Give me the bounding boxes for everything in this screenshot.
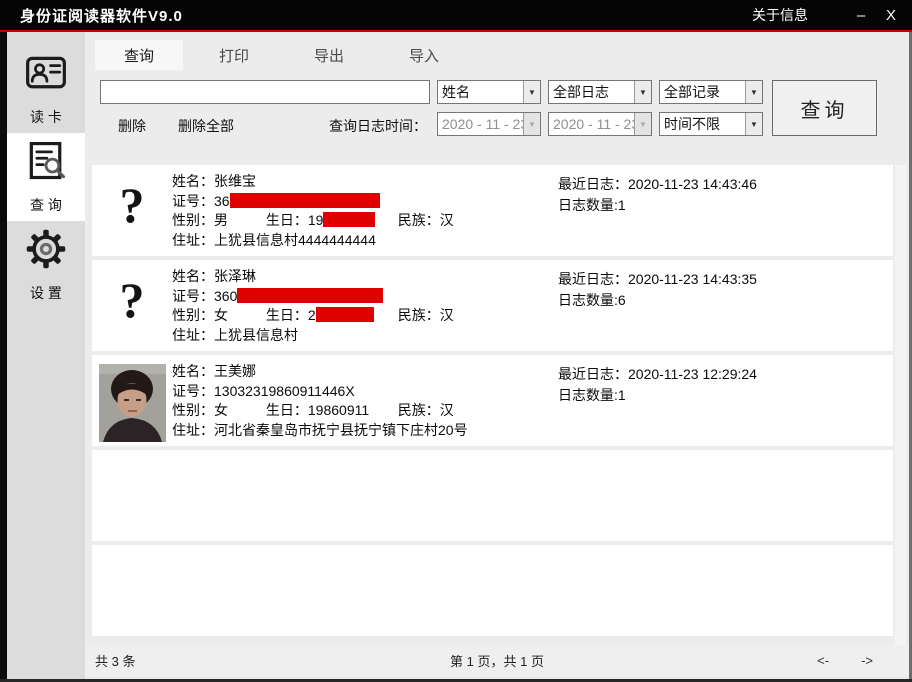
sidebar: 读 卡 查 询 — [7, 32, 85, 679]
record-logs: 最近日志：2020-11-23 12:29:24 日志数量:1 — [558, 355, 893, 446]
log-count: 1 — [618, 197, 626, 213]
record-id: 36 — [214, 193, 230, 209]
record-type-select[interactable]: 全部记录 ▼ — [659, 80, 763, 104]
last-log-time: 2020-11-23 14:43:46 — [628, 176, 757, 192]
chevron-down-icon: ▼ — [745, 81, 762, 103]
record-birth: 19 — [308, 212, 324, 228]
record-gender: 男 — [214, 212, 228, 228]
total-count: 共 3 条 — [95, 651, 135, 670]
about-menu[interactable]: 关于信息 — [752, 5, 808, 25]
scrollbar-track[interactable] — [895, 165, 906, 673]
last-log-time: 2020-11-23 12:29:24 — [628, 366, 757, 382]
toolbar: 姓名 ▼ 全部日志 ▼ 全部记录 ▼ 查询 删除 删除全部 查询日志时间： 20… — [85, 80, 909, 160]
last-log-time: 2020-11-23 14:43:35 — [628, 271, 757, 287]
log-count: 1 — [618, 387, 626, 403]
record-birth: 2 — [308, 307, 316, 323]
record-gender: 女 — [214, 307, 228, 323]
sidebar-item-label: 查 询 — [30, 195, 62, 215]
id-card-icon — [24, 51, 68, 100]
tab-print[interactable]: 打印 — [190, 40, 278, 70]
gear-icon — [24, 227, 68, 276]
redaction-block — [323, 212, 375, 227]
record-ethnic: 汉 — [440, 307, 454, 323]
redaction-block — [230, 193, 380, 208]
status-bar: 共 3 条 第 1 页，共 1 页 <- -> — [85, 645, 909, 676]
record-row[interactable]: ? 姓名：张泽琳 证号：360 性别：女 生日：2 民族：汉 住址：上犹县信息村… — [92, 260, 893, 351]
record-birth: 19860911 — [308, 402, 369, 418]
chevron-down-icon: ▼ — [745, 113, 762, 135]
record-row[interactable]: ? 姓名：张维宝 证号：36 性别：男 生日：19 民族：汉 住址：上犹县信息村… — [92, 165, 893, 256]
record-id: 13032319860911446X — [214, 383, 355, 399]
time-range-select[interactable]: 时间不限 ▼ — [659, 112, 763, 136]
redaction-block — [316, 307, 374, 322]
sidebar-item-settings[interactable]: 设 置 — [7, 221, 85, 309]
date-from-picker[interactable]: 2020 - 11 - 23 ▼ — [437, 112, 541, 136]
doc-search-icon — [24, 139, 68, 188]
record-list: ? 姓名：张维宝 证号：36 性别：男 生日：19 民族：汉 住址：上犹县信息村… — [92, 165, 893, 640]
delete-all-button[interactable]: 删除全部 — [178, 116, 234, 136]
record-row-empty — [92, 545, 893, 636]
record-address: 上犹县信息村 — [214, 327, 298, 343]
record-name: 张泽琳 — [214, 268, 256, 284]
id-photo — [92, 355, 172, 446]
record-details: 姓名：张泽琳 证号：360 性别：女 生日：2 民族：汉 住址：上犹县信息村 — [172, 260, 558, 351]
record-ethnic: 汉 — [440, 212, 454, 228]
date-to-picker[interactable]: 2020 - 11 - 23 ▼ — [548, 112, 652, 136]
page-indicator: 第 1 页，共 1 页 — [450, 651, 544, 670]
next-page-button[interactable]: -> — [861, 653, 873, 668]
record-details: 姓名：张维宝 证号：36 性别：男 生日：19 民族：汉 住址：上犹县信息村44… — [172, 165, 558, 256]
prev-page-button[interactable]: <- — [817, 653, 829, 668]
chevron-down-icon: ▼ — [634, 81, 651, 103]
record-id: 360 — [214, 288, 237, 304]
window-left-border — [0, 32, 7, 682]
field-select[interactable]: 姓名 ▼ — [437, 80, 541, 104]
record-name: 王美娜 — [214, 363, 256, 379]
log-count: 6 — [618, 292, 626, 308]
chevron-down-icon: ▼ — [523, 81, 540, 103]
record-row-empty — [92, 450, 893, 541]
sidebar-item-read-card[interactable]: 读 卡 — [7, 45, 85, 133]
record-gender: 女 — [214, 402, 228, 418]
app-title: 身份证阅读器软件V9.0 — [20, 5, 183, 26]
delete-button[interactable]: 删除 — [118, 116, 146, 136]
record-name: 张维宝 — [214, 173, 256, 189]
sidebar-item-label: 设 置 — [30, 283, 62, 303]
sidebar-item-label: 读 卡 — [30, 107, 62, 127]
chevron-down-icon: ▼ — [523, 113, 540, 135]
search-input[interactable] — [100, 80, 430, 104]
record-address: 上犹县信息村4444444444 — [214, 232, 376, 248]
main-area: 查询 打印 导出 导入 姓名 ▼ 全部日志 ▼ 全部记录 ▼ 查询 删除 删除全… — [85, 32, 909, 679]
log-type-select[interactable]: 全部日志 ▼ — [548, 80, 652, 104]
record-ethnic: 汉 — [440, 402, 454, 418]
record-logs: 最近日志：2020-11-23 14:43:35 日志数量:6 — [558, 260, 893, 351]
record-logs: 最近日志：2020-11-23 14:43:46 日志数量:1 — [558, 165, 893, 256]
photo-placeholder: ? — [92, 260, 172, 351]
record-address: 河北省秦皇岛市抚宁县抚宁镇下庄村20号 — [214, 422, 468, 438]
record-row[interactable]: 姓名：王美娜 证号：13032319860911446X 性别：女 生日：198… — [92, 355, 893, 446]
tab-bar: 查询 打印 导出 导入 — [95, 40, 468, 70]
log-time-label: 查询日志时间： — [329, 116, 427, 136]
tab-query[interactable]: 查询 — [95, 40, 183, 70]
question-mark-icon: ? — [120, 269, 145, 331]
title-bar: 身份证阅读器软件V9.0 关于信息 – X — [0, 0, 912, 30]
minimize-button[interactable]: – — [846, 7, 876, 24]
question-mark-icon: ? — [120, 174, 145, 236]
close-button[interactable]: X — [876, 7, 906, 24]
app-window: 身份证阅读器软件V9.0 关于信息 – X 读 卡 — [0, 0, 912, 682]
redaction-block — [237, 288, 383, 303]
tab-export[interactable]: 导出 — [285, 40, 373, 70]
query-button[interactable]: 查询 — [772, 80, 877, 136]
sidebar-item-query[interactable]: 查 询 — [7, 133, 85, 221]
record-details: 姓名：王美娜 证号：13032319860911446X 性别：女 生日：198… — [172, 355, 558, 446]
chevron-down-icon: ▼ — [634, 113, 651, 135]
photo-placeholder: ? — [92, 165, 172, 256]
tab-import[interactable]: 导入 — [380, 40, 468, 70]
